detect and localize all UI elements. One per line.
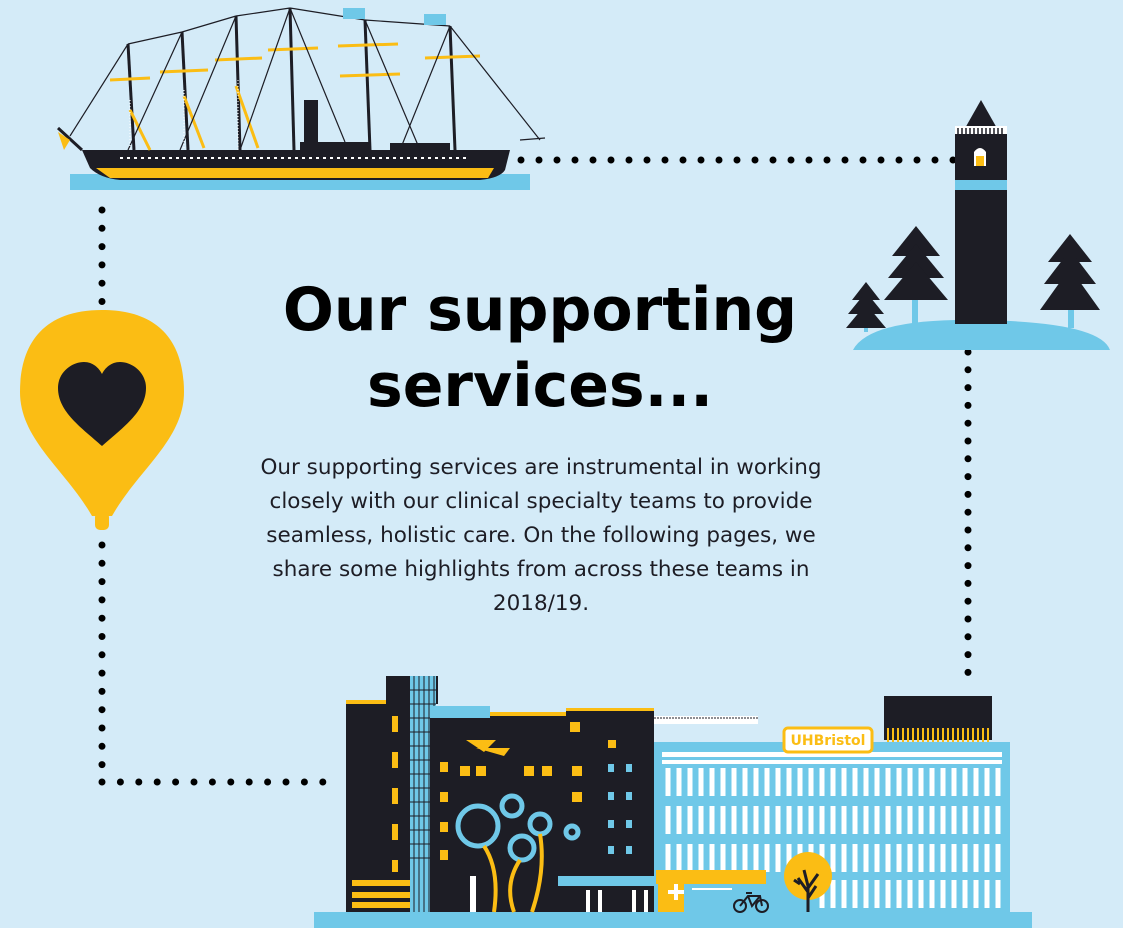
heart-balloon-icon	[20, 310, 184, 530]
page-title: Our supporting services...	[282, 275, 798, 421]
page: UHBristol Our supporting services... Our…	[0, 0, 1123, 928]
intro-paragraph: Our supporting services are instrumental…	[260, 455, 822, 616]
hospital-building-icon: UHBristol	[314, 676, 1032, 928]
hospital-sign-label: UHBristol	[791, 733, 866, 749]
ship-icon	[56, 7, 546, 190]
